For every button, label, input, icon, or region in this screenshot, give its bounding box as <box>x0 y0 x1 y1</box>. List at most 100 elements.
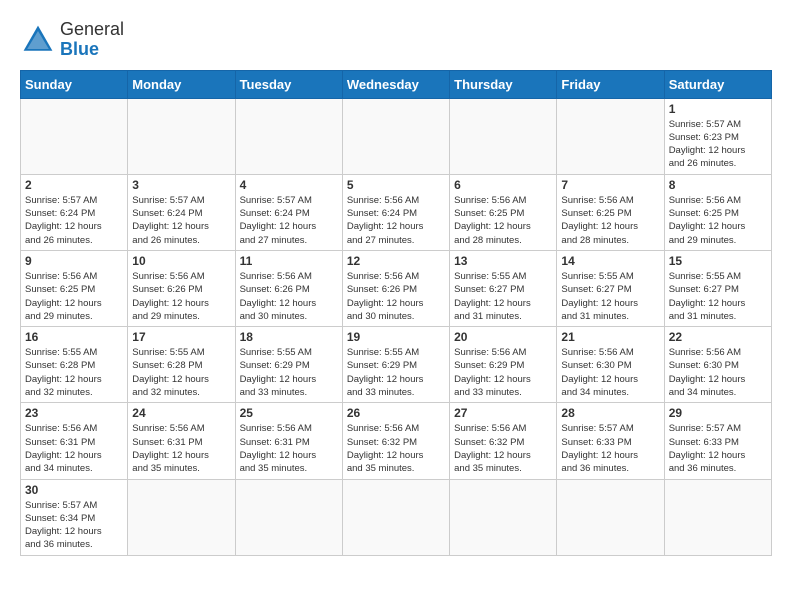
day-info: Sunrise: 5:56 AM Sunset: 6:29 PM Dayligh… <box>454 346 552 399</box>
calendar-header-tuesday: Tuesday <box>235 70 342 98</box>
calendar-cell: 26 Sunrise: 5:56 AM Sunset: 6:32 PM Dayli… <box>342 403 449 479</box>
calendar-cell: 22 Sunrise: 5:56 AM Sunset: 6:30 PM Dayli… <box>664 327 771 403</box>
day-info: Sunrise: 5:57 AM Sunset: 6:23 PM Dayligh… <box>669 118 767 171</box>
calendar-week-row: 2 Sunrise: 5:57 AM Sunset: 6:24 PM Daylig… <box>21 174 772 250</box>
calendar-table: SundayMondayTuesdayWednesdayThursdayFrid… <box>20 70 772 556</box>
calendar-header-friday: Friday <box>557 70 664 98</box>
day-info: Sunrise: 5:57 AM Sunset: 6:24 PM Dayligh… <box>240 194 338 247</box>
day-info: Sunrise: 5:56 AM Sunset: 6:31 PM Dayligh… <box>25 422 123 475</box>
day-info: Sunrise: 5:56 AM Sunset: 6:25 PM Dayligh… <box>561 194 659 247</box>
day-number: 3 <box>132 178 230 192</box>
day-info: Sunrise: 5:55 AM Sunset: 6:29 PM Dayligh… <box>347 346 445 399</box>
day-info: Sunrise: 5:56 AM Sunset: 6:32 PM Dayligh… <box>347 422 445 475</box>
logo: General Blue <box>20 20 124 60</box>
day-info: Sunrise: 5:55 AM Sunset: 6:28 PM Dayligh… <box>132 346 230 399</box>
calendar-cell: 23 Sunrise: 5:56 AM Sunset: 6:31 PM Dayli… <box>21 403 128 479</box>
day-number: 21 <box>561 330 659 344</box>
day-number: 4 <box>240 178 338 192</box>
day-number: 15 <box>669 254 767 268</box>
day-info: Sunrise: 5:56 AM Sunset: 6:26 PM Dayligh… <box>132 270 230 323</box>
day-number: 25 <box>240 406 338 420</box>
calendar-cell: 8 Sunrise: 5:56 AM Sunset: 6:25 PM Daylig… <box>664 174 771 250</box>
day-number: 19 <box>347 330 445 344</box>
day-number: 8 <box>669 178 767 192</box>
calendar-week-row: 9 Sunrise: 5:56 AM Sunset: 6:25 PM Daylig… <box>21 250 772 326</box>
day-number: 26 <box>347 406 445 420</box>
day-number: 9 <box>25 254 123 268</box>
calendar-cell <box>235 479 342 555</box>
day-number: 2 <box>25 178 123 192</box>
calendar-cell: 2 Sunrise: 5:57 AM Sunset: 6:24 PM Daylig… <box>21 174 128 250</box>
calendar-cell: 15 Sunrise: 5:55 AM Sunset: 6:27 PM Dayli… <box>664 250 771 326</box>
day-number: 1 <box>669 102 767 116</box>
calendar-cell <box>557 479 664 555</box>
day-number: 11 <box>240 254 338 268</box>
day-info: Sunrise: 5:56 AM Sunset: 6:30 PM Dayligh… <box>669 346 767 399</box>
calendar-header-wednesday: Wednesday <box>342 70 449 98</box>
day-info: Sunrise: 5:56 AM Sunset: 6:31 PM Dayligh… <box>132 422 230 475</box>
day-number: 18 <box>240 330 338 344</box>
calendar-cell <box>664 479 771 555</box>
day-info: Sunrise: 5:56 AM Sunset: 6:25 PM Dayligh… <box>454 194 552 247</box>
day-number: 22 <box>669 330 767 344</box>
day-number: 16 <box>25 330 123 344</box>
day-info: Sunrise: 5:56 AM Sunset: 6:31 PM Dayligh… <box>240 422 338 475</box>
day-info: Sunrise: 5:56 AM Sunset: 6:25 PM Dayligh… <box>669 194 767 247</box>
calendar-cell: 10 Sunrise: 5:56 AM Sunset: 6:26 PM Dayli… <box>128 250 235 326</box>
calendar-cell: 27 Sunrise: 5:56 AM Sunset: 6:32 PM Dayli… <box>450 403 557 479</box>
day-info: Sunrise: 5:55 AM Sunset: 6:28 PM Dayligh… <box>25 346 123 399</box>
calendar-cell: 6 Sunrise: 5:56 AM Sunset: 6:25 PM Daylig… <box>450 174 557 250</box>
calendar-cell: 16 Sunrise: 5:55 AM Sunset: 6:28 PM Dayli… <box>21 327 128 403</box>
calendar-cell: 1 Sunrise: 5:57 AM Sunset: 6:23 PM Daylig… <box>664 98 771 174</box>
day-number: 20 <box>454 330 552 344</box>
day-info: Sunrise: 5:57 AM Sunset: 6:33 PM Dayligh… <box>669 422 767 475</box>
calendar-week-row: 23 Sunrise: 5:56 AM Sunset: 6:31 PM Dayli… <box>21 403 772 479</box>
day-number: 6 <box>454 178 552 192</box>
day-number: 5 <box>347 178 445 192</box>
day-number: 24 <box>132 406 230 420</box>
day-number: 13 <box>454 254 552 268</box>
calendar-week-row: 30Sunrise: 5:57 AM Sunset: 6:34 PM Dayli… <box>21 479 772 555</box>
day-number: 12 <box>347 254 445 268</box>
calendar-cell: 29 Sunrise: 5:57 AM Sunset: 6:33 PM Dayli… <box>664 403 771 479</box>
day-number: 23 <box>25 406 123 420</box>
calendar-cell: 12 Sunrise: 5:56 AM Sunset: 6:26 PM Dayli… <box>342 250 449 326</box>
calendar-cell: 4 Sunrise: 5:57 AM Sunset: 6:24 PM Daylig… <box>235 174 342 250</box>
day-info: Sunrise: 5:55 AM Sunset: 6:27 PM Dayligh… <box>669 270 767 323</box>
day-number: 10 <box>132 254 230 268</box>
day-info: Sunrise: 5:57 AM Sunset: 6:24 PM Dayligh… <box>25 194 123 247</box>
day-info: Sunrise: 5:55 AM Sunset: 6:29 PM Dayligh… <box>240 346 338 399</box>
day-info: Sunrise: 5:56 AM Sunset: 6:32 PM Dayligh… <box>454 422 552 475</box>
calendar-cell: 18 Sunrise: 5:55 AM Sunset: 6:29 PM Dayli… <box>235 327 342 403</box>
calendar-cell: 3 Sunrise: 5:57 AM Sunset: 6:24 PM Daylig… <box>128 174 235 250</box>
calendar-cell: 21 Sunrise: 5:56 AM Sunset: 6:30 PM Dayli… <box>557 327 664 403</box>
calendar-header-saturday: Saturday <box>664 70 771 98</box>
day-info: Sunrise: 5:56 AM Sunset: 6:26 PM Dayligh… <box>240 270 338 323</box>
calendar-cell <box>450 479 557 555</box>
calendar-cell: 24 Sunrise: 5:56 AM Sunset: 6:31 PM Dayli… <box>128 403 235 479</box>
calendar-cell <box>235 98 342 174</box>
calendar-cell: 17 Sunrise: 5:55 AM Sunset: 6:28 PM Dayli… <box>128 327 235 403</box>
day-info: Sunrise: 5:56 AM Sunset: 6:25 PM Dayligh… <box>25 270 123 323</box>
calendar-header-row: SundayMondayTuesdayWednesdayThursdayFrid… <box>21 70 772 98</box>
day-number: 14 <box>561 254 659 268</box>
day-number: 29 <box>669 406 767 420</box>
day-info: Sunrise: 5:57 AM Sunset: 6:34 PM Dayligh… <box>25 499 123 552</box>
calendar-cell <box>557 98 664 174</box>
calendar-header-monday: Monday <box>128 70 235 98</box>
calendar-cell: 20 Sunrise: 5:56 AM Sunset: 6:29 PM Dayli… <box>450 327 557 403</box>
calendar-week-row: 1 Sunrise: 5:57 AM Sunset: 6:23 PM Daylig… <box>21 98 772 174</box>
day-info: Sunrise: 5:56 AM Sunset: 6:26 PM Dayligh… <box>347 270 445 323</box>
calendar-cell: 5Sunrise: 5:56 AM Sunset: 6:24 PM Daylig… <box>342 174 449 250</box>
calendar-cell <box>342 479 449 555</box>
day-info: Sunrise: 5:57 AM Sunset: 6:24 PM Dayligh… <box>132 194 230 247</box>
day-info: Sunrise: 5:55 AM Sunset: 6:27 PM Dayligh… <box>454 270 552 323</box>
calendar-cell <box>450 98 557 174</box>
calendar-cell <box>128 479 235 555</box>
calendar-cell: 14Sunrise: 5:55 AM Sunset: 6:27 PM Dayli… <box>557 250 664 326</box>
day-number: 17 <box>132 330 230 344</box>
day-number: 27 <box>454 406 552 420</box>
calendar-cell: 28Sunrise: 5:57 AM Sunset: 6:33 PM Dayli… <box>557 403 664 479</box>
day-info: Sunrise: 5:56 AM Sunset: 6:30 PM Dayligh… <box>561 346 659 399</box>
calendar-header-thursday: Thursday <box>450 70 557 98</box>
